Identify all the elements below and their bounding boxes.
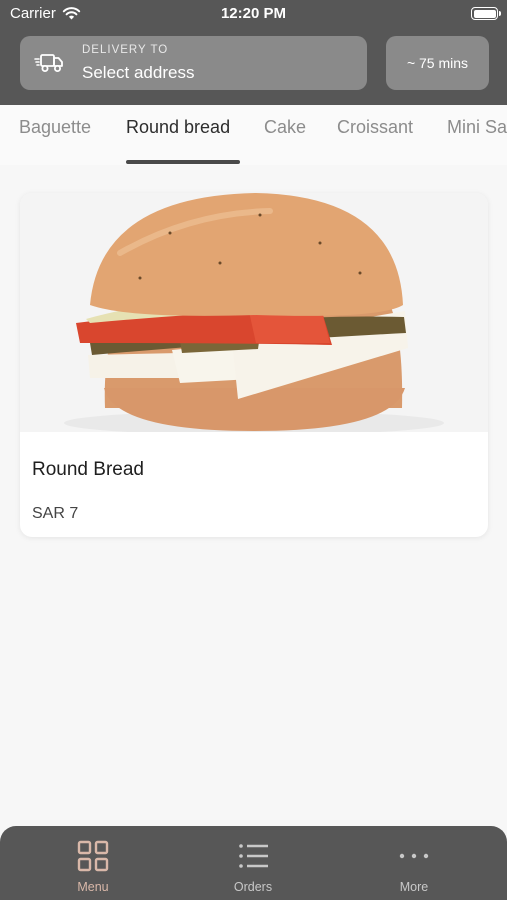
bottom-nav: Menu Orders More [0, 826, 507, 900]
nav-menu[interactable]: Menu [33, 826, 153, 900]
address-value: Select address [82, 63, 195, 82]
tab-croissant[interactable]: Croissant [337, 117, 413, 138]
category-tabs: Baguette Round bread Cake Croissant Mini… [0, 105, 507, 165]
status-bar: Carrier 12:20 PM [0, 0, 507, 28]
battery-icon [471, 7, 501, 20]
product-card[interactable]: Round Bread SAR 7 [20, 193, 488, 537]
nav-orders-label: Orders [233, 880, 273, 894]
delivery-address-button[interactable]: DELIVERY TO Select address [20, 36, 367, 90]
delivery-truck-icon [34, 54, 63, 72]
clock-time: 12:20 PM [220, 5, 287, 22]
grid-icon [77, 840, 109, 872]
nav-more[interactable]: More [354, 826, 474, 900]
active-tab-indicator [126, 160, 240, 164]
nav-menu-label: Menu [77, 880, 109, 894]
tab-round-bread[interactable]: Round bread [126, 117, 230, 138]
tab-baguette[interactable]: Baguette [19, 117, 91, 138]
more-dots-icon [399, 853, 429, 859]
top-header: Carrier 12:20 PM DELIVERY TO Select addr… [0, 0, 507, 105]
product-price: SAR 7 [32, 505, 79, 522]
nav-orders[interactable]: Orders [193, 826, 313, 900]
product-name: Round Bread [32, 459, 144, 480]
delivery-caption: DELIVERY TO [82, 44, 169, 56]
tab-mini-sa[interactable]: Mini Sa [447, 117, 507, 138]
eta-badge[interactable]: ~ 75 mins [386, 36, 489, 90]
product-image [20, 193, 488, 432]
list-icon [239, 844, 268, 868]
tab-cake[interactable]: Cake [264, 117, 306, 138]
nav-more-label: More [399, 880, 429, 894]
